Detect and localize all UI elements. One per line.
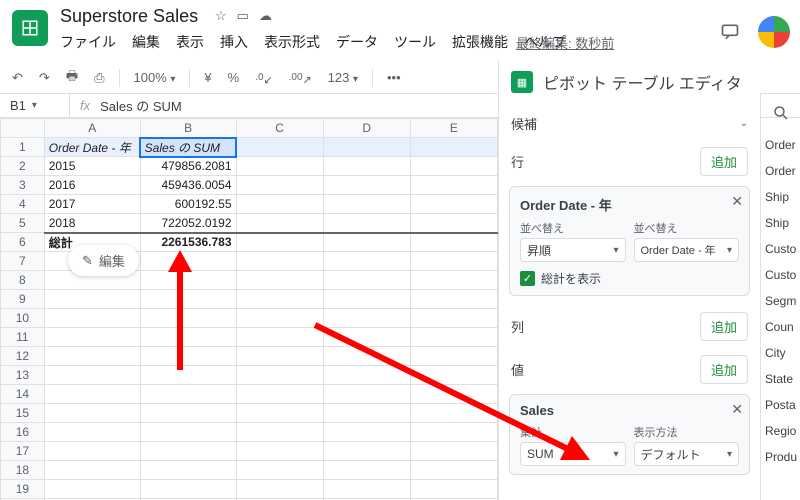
menu-tools[interactable]: ツール	[394, 32, 436, 52]
col-B[interactable]: B	[140, 119, 236, 138]
cell-B2[interactable]: 479856.2081	[140, 157, 236, 176]
sort-by-select[interactable]: Order Date - 年▾	[634, 238, 740, 262]
menu-insert[interactable]: 挿入	[220, 32, 248, 52]
doc-title[interactable]: Superstore Sales	[60, 6, 198, 27]
name-box[interactable]: B1▾	[0, 94, 70, 117]
cell-B5[interactable]: 722052.0192	[140, 214, 236, 233]
cell-A1[interactable]: Order Date - 年	[44, 138, 140, 157]
check-icon: ✓	[520, 271, 535, 286]
sort-by-label: 並べ替え	[634, 220, 740, 236]
cell-A2[interactable]: 2015	[44, 157, 140, 176]
show-as-label: 表示方法	[634, 424, 740, 440]
menu-edit[interactable]: 編集	[132, 32, 160, 52]
col-E[interactable]: E	[410, 119, 497, 138]
aggregate-label: 集計	[520, 424, 626, 440]
pencil-icon: ✎	[82, 253, 93, 269]
field-item[interactable]: Coun	[761, 314, 800, 340]
add-val-button[interactable]: 追加	[700, 355, 748, 384]
cols-section-label: 列	[511, 317, 524, 336]
col-A[interactable]: A	[44, 119, 140, 138]
formula-bar[interactable]: Sales の SUM	[100, 96, 182, 115]
menu-extensions[interactable]: 拡張機能	[452, 32, 508, 52]
close-icon[interactable]: ✕	[731, 193, 743, 210]
row-card: ✕ Order Date - 年 並べ替え 昇順▾ 並べ替え Order Dat…	[509, 186, 750, 296]
value-card-title: Sales	[520, 403, 739, 418]
dec-increase-button[interactable]: .00↗	[285, 66, 316, 89]
more-tools-button[interactable]: •••	[383, 68, 405, 87]
dec-decrease-button[interactable]: .0↙	[251, 66, 276, 89]
pivot-editor-panel: ▦ ピボット テーブル エディタ 候補 ⌄ 行 追加 ✕ Order Date …	[498, 60, 760, 500]
menu-data[interactable]: データ	[336, 32, 378, 52]
suggestions-label[interactable]: 候補	[511, 114, 537, 133]
fields-sidebar: OrderOrderShipShipCustoCustoSegmCounCity…	[760, 94, 800, 500]
cell-A5[interactable]: 2018	[44, 214, 140, 233]
field-item[interactable]: Order	[761, 158, 800, 184]
add-col-button[interactable]: 追加	[700, 312, 748, 341]
undo-icon[interactable]: ↶	[8, 68, 27, 88]
print-icon[interactable]: 🖶	[62, 65, 82, 91]
col-D[interactable]: D	[323, 119, 410, 138]
cell-A4[interactable]: 2017	[44, 195, 140, 214]
rows-section-label: 行	[511, 152, 524, 171]
sort-order-label: 並べ替え	[520, 220, 626, 236]
cell-B6[interactable]: 2261536.783	[140, 233, 236, 252]
field-item[interactable]: Regio	[761, 418, 800, 444]
sheets-logo[interactable]	[12, 10, 48, 46]
move-icon[interactable]: ▭	[237, 8, 249, 24]
close-icon[interactable]: ✕	[731, 401, 743, 418]
add-row-button[interactable]: 追加	[700, 147, 748, 176]
field-item[interactable]: State	[761, 366, 800, 392]
field-item[interactable]: Order	[761, 132, 800, 158]
edit-chip-label: 編集	[99, 251, 125, 270]
show-as-select[interactable]: デフォルト▾	[634, 442, 740, 466]
row-1[interactable]: 1	[1, 138, 45, 157]
show-totals-checkbox[interactable]: ✓ 総計を表示	[520, 270, 739, 287]
sort-order-select[interactable]: 昇順▾	[520, 238, 626, 262]
meet-icon[interactable]	[758, 16, 790, 48]
row-3[interactable]: 3	[1, 176, 45, 195]
cell-B4[interactable]: 600192.55	[140, 195, 236, 214]
cell-A3[interactable]: 2016	[44, 176, 140, 195]
pivot-icon: ▦	[511, 71, 533, 93]
star-icon[interactable]: ☆	[215, 8, 227, 24]
field-item[interactable]: Custo	[761, 262, 800, 288]
field-item[interactable]: Posta	[761, 392, 800, 418]
number-format-button[interactable]: 123 ▾	[324, 68, 362, 87]
cloud-icon[interactable]: ☁	[259, 8, 272, 24]
menu-file[interactable]: ファイル	[60, 32, 116, 52]
row-card-title: Order Date - 年	[520, 195, 739, 214]
row-2[interactable]: 2	[1, 157, 45, 176]
vals-section-label: 値	[511, 360, 524, 379]
fx-icon: fx	[70, 98, 100, 113]
field-item[interactable]: Ship	[761, 184, 800, 210]
comments-icon[interactable]	[716, 18, 744, 46]
search-icon[interactable]	[772, 104, 790, 122]
col-C[interactable]: C	[236, 119, 323, 138]
percent-button[interactable]: %	[224, 68, 244, 87]
cell-B1[interactable]: Sales の SUM	[140, 138, 236, 157]
edit-chip[interactable]: ✎ 編集	[68, 245, 139, 276]
cell-B3[interactable]: 459436.0054	[140, 176, 236, 195]
field-item[interactable]: City	[761, 340, 800, 366]
paint-icon[interactable]: ⎙	[90, 68, 108, 88]
panel-title: ピボット テーブル エディタ	[543, 70, 742, 94]
zoom-select[interactable]: 100% ▾	[130, 68, 180, 87]
field-item[interactable]: Custo	[761, 236, 800, 262]
field-item[interactable]: Segm	[761, 288, 800, 314]
row-6[interactable]: 6	[1, 233, 45, 252]
chevron-down-icon[interactable]: ⌄	[740, 118, 748, 129]
value-card: ✕ Sales 集計 SUM▾ 表示方法 デフォルト▾	[509, 394, 750, 475]
menu-view[interactable]: 表示	[176, 32, 204, 52]
redo-icon[interactable]: ↷	[35, 68, 54, 88]
menu-format[interactable]: 表示形式	[264, 32, 320, 52]
row-4[interactable]: 4	[1, 195, 45, 214]
currency-button[interactable]: ¥	[200, 68, 215, 87]
field-item[interactable]: Ship	[761, 210, 800, 236]
aggregate-select[interactable]: SUM▾	[520, 442, 626, 466]
last-edit[interactable]: 最終編集: 数秒前	[516, 33, 614, 52]
row-5[interactable]: 5	[1, 214, 45, 233]
field-item[interactable]: Produ	[761, 444, 800, 470]
spreadsheet-grid[interactable]: ABCDE 1Order Date - 年Sales の SUM 2201547…	[0, 118, 498, 500]
